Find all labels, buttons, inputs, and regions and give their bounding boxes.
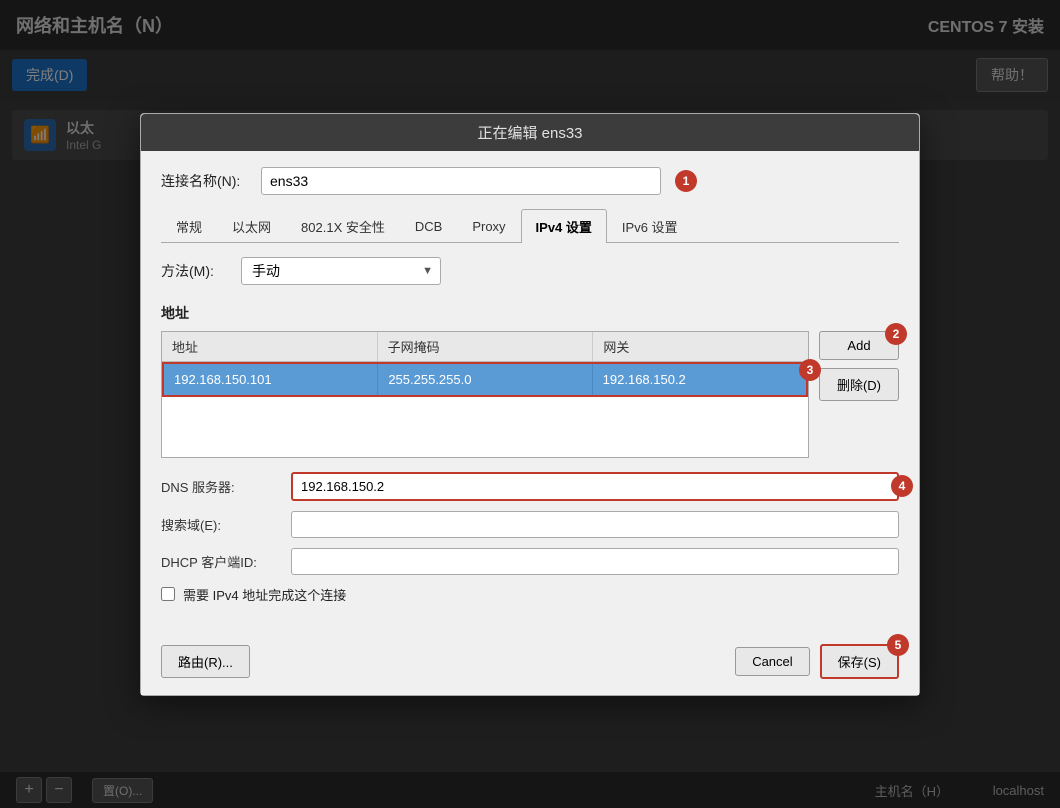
tab-proxy[interactable]: Proxy: [457, 211, 520, 241]
dns-label: DNS 服务器:: [161, 477, 281, 496]
route-button[interactable]: 路由(R)...: [161, 645, 250, 678]
dns-row: DNS 服务器: 4: [161, 472, 899, 501]
dhcp-row: DHCP 客户端ID:: [161, 548, 899, 575]
cell-subnet: 255.255.255.0: [378, 364, 592, 395]
tabs-row: 常规 以太网 802.1X 安全性 DCB Proxy IPv4 设置: [161, 209, 899, 243]
dhcp-input[interactable]: [291, 548, 899, 575]
address-section: 地址 子网掩码 网关 192.168.150.101 255.255.255.0…: [161, 331, 899, 458]
table-row[interactable]: 192.168.150.101 255.255.255.0 192.168.15…: [162, 362, 808, 397]
address-action-buttons: Add 2 删除(D) 3: [819, 331, 899, 458]
cell-address: 192.168.150.101: [164, 364, 378, 395]
search-domain-row: 搜索域(E):: [161, 511, 899, 538]
col-subnet-header: 子网掩码: [378, 332, 594, 361]
method-select[interactable]: 手动: [241, 257, 441, 285]
dns-input[interactable]: [291, 472, 899, 501]
badge-5: 5: [887, 634, 909, 656]
address-table-container: 地址 子网掩码 网关 192.168.150.101 255.255.255.0…: [161, 331, 809, 458]
connection-name-row: 连接名称(N): 1: [161, 167, 899, 195]
address-section-title: 地址: [161, 303, 899, 323]
tab-ipv6[interactable]: IPv6 设置: [607, 209, 693, 243]
modal-title: 正在编辑 ens33: [477, 125, 582, 142]
address-table: 地址 子网掩码 网关 192.168.150.101 255.255.255.0…: [161, 331, 809, 458]
address-table-header: 地址 子网掩码 网关: [162, 332, 808, 362]
ipv4-required-checkbox-row: 需要 IPv4 地址完成这个连接: [161, 585, 899, 604]
tab-dcb[interactable]: DCB: [400, 211, 457, 241]
delete-address-button[interactable]: 删除(D): [819, 368, 899, 401]
badge-4: 4: [891, 475, 913, 497]
dhcp-label: DHCP 客户端ID:: [161, 552, 281, 571]
badge-3: 3: [799, 359, 821, 381]
badge-2: 2: [885, 323, 907, 345]
modal-body: 连接名称(N): 1 常规 以太网 802.1X 安全性: [141, 151, 919, 634]
search-input[interactable]: [291, 511, 899, 538]
col-address-header: 地址: [162, 332, 378, 361]
col-gateway-header: 网关: [593, 332, 808, 361]
cancel-button[interactable]: Cancel: [735, 647, 809, 676]
tab-ipv4[interactable]: IPv4 设置: [521, 209, 607, 243]
connection-name-input[interactable]: [261, 167, 661, 195]
cell-gateway: 192.168.150.2: [593, 364, 806, 395]
checkbox-label: 需要 IPv4 地址完成这个连接: [183, 585, 346, 604]
edit-connection-modal: 正在编辑 ens33 连接名称(N): 1 常规 以太网: [140, 113, 920, 696]
tab-general[interactable]: 常规: [161, 209, 217, 243]
badge-1: 1: [675, 170, 697, 192]
connection-name-label: 连接名称(N):: [161, 171, 251, 191]
address-empty-area: [162, 397, 808, 457]
method-select-wrap: 手动: [241, 257, 441, 285]
search-label: 搜索域(E):: [161, 515, 281, 534]
method-label: 方法(M):: [161, 261, 231, 281]
modal-overlay: 正在编辑 ens33 连接名称(N): 1 常规 以太网: [0, 0, 1060, 808]
method-row: 方法(M): 手动: [161, 257, 899, 285]
modal-footer: 路由(R)... Cancel 保存(S) 5: [141, 634, 919, 695]
ipv4-required-checkbox[interactable]: [161, 587, 175, 601]
tab-security[interactable]: 802.1X 安全性: [286, 209, 400, 243]
tab-ethernet[interactable]: 以太网: [217, 209, 286, 243]
modal-titlebar: 正在编辑 ens33: [141, 114, 919, 151]
